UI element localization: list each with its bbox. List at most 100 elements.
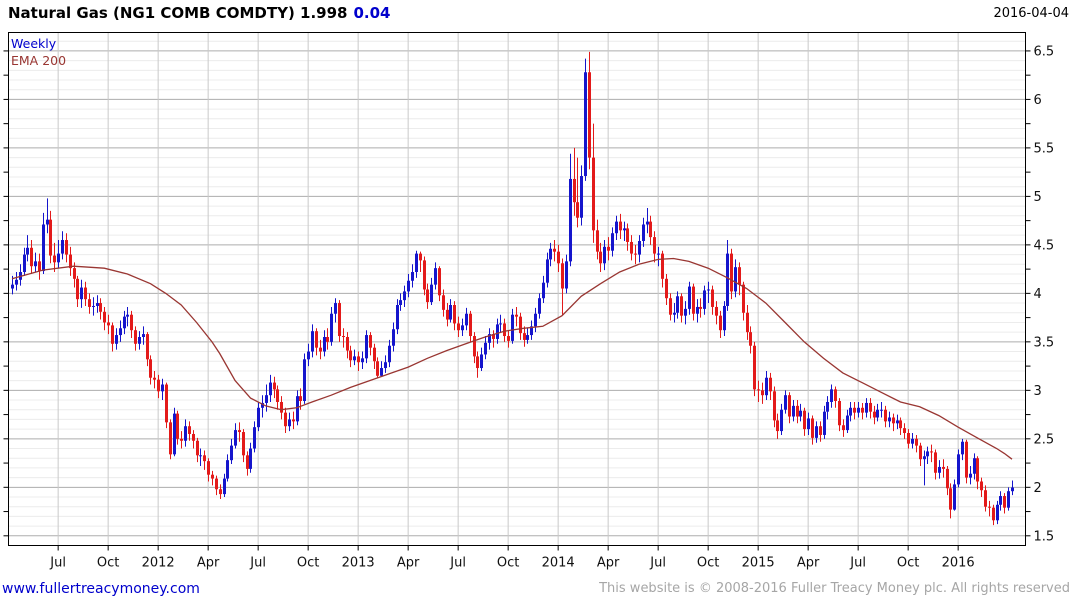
candle-body [861,407,864,413]
candle-body [130,314,133,331]
candle-body [934,452,937,473]
y-axis-label: 1.5 [1034,529,1055,544]
candle-body [946,468,949,489]
candle-body [603,246,606,264]
y-axis-label: 4.5 [1034,238,1055,253]
site-link[interactable]: www.fullertreacymoney.com [2,581,200,597]
candle-body [634,253,637,255]
candle-body [511,314,514,341]
candle-body [173,413,176,455]
candle-body [888,417,891,422]
candle-body [711,289,714,307]
candle-body [653,237,656,254]
candle-body [846,415,849,431]
candle-body [107,322,110,326]
candle-body [534,313,537,327]
candle-body [546,259,549,283]
candle-body [923,456,926,460]
candle-body [588,72,591,158]
chart-window: 6.5 6 5.5 5 4.5 4 3.5 3 2.5 2 1.5 Jul Oct 2012 Apr Jul O… [0,0,1075,600]
candle-body [623,228,626,231]
candle-body [834,389,837,402]
x-axis-label: 2015 [742,556,775,571]
candle-body [753,345,756,390]
candle-body [357,356,360,363]
candle-body [303,359,306,402]
candle-body [273,382,276,390]
candle-body [642,224,645,241]
candle-body [26,247,29,255]
candle-body [249,448,252,469]
candle-body [361,358,364,363]
candle-body [165,384,168,423]
candle-body [615,221,618,234]
candle-body [849,407,852,416]
candle-body [430,284,433,303]
candle-body [226,460,229,479]
candle-body [73,268,76,279]
x-axis-label: Oct [897,556,919,571]
candle-body [346,337,349,351]
candle-body [169,422,172,455]
candle-body [803,410,806,430]
candle-body [719,315,722,331]
candle-body [884,409,887,422]
candle-body [299,396,302,402]
candle-body [1003,496,1006,508]
candle-body [865,402,868,413]
candle-body [592,157,595,231]
candle-body [419,253,422,261]
candle-body [988,506,991,508]
x-axis-label: Apr [197,556,220,571]
candle-body [538,298,541,314]
candle-body [399,300,402,306]
legend-ema: EMA 200 [11,53,67,68]
candle-body [376,361,379,376]
candle-body [499,323,502,325]
candle-body [788,395,791,417]
candle-body [11,284,14,289]
candle-body [999,496,1002,505]
candle-body [869,402,872,412]
candle-body [384,362,387,369]
candle-body [680,296,683,316]
candle-body [792,405,795,417]
candle-body [607,246,610,251]
candle-body [115,335,118,344]
candle-body [853,407,856,413]
candle-body [365,335,368,359]
candle-body [207,461,210,475]
candle-body [342,336,345,338]
x-axis-label: Jul [649,556,666,571]
candle-body [253,427,256,449]
candle-body [157,379,160,392]
y-axis-label: 3.5 [1034,335,1055,350]
candle-body [223,478,226,495]
candle-body [938,466,941,473]
candle-body [826,401,829,412]
candle-body [461,325,464,331]
candle-body [469,313,472,337]
legend-timeframe: Weekly [11,36,57,51]
candle-body [1007,491,1010,508]
candle-body [242,432,245,456]
candle-body [761,390,764,396]
candle-body [334,303,337,314]
x-axis-label: 2012 [142,556,175,571]
candle-body [296,396,299,422]
candle-body [188,426,191,434]
price-chart-canvas: 6.5 6 5.5 5 4.5 4 3.5 3 2.5 2 1.5 Jul Oct 2012 Apr Jul O… [3,32,1055,571]
x-axis-label: Oct [697,556,719,571]
candle-body [392,329,395,346]
candle-body [911,438,914,444]
candle-body [749,332,752,346]
candle-body [703,290,706,309]
candle-body [965,441,968,478]
candle-body [980,481,983,491]
candle-body [38,261,41,272]
candle-body [784,395,787,410]
candle-body [973,458,976,474]
candle-body [746,312,749,333]
candle-body [30,247,33,267]
candle-body [949,488,952,510]
